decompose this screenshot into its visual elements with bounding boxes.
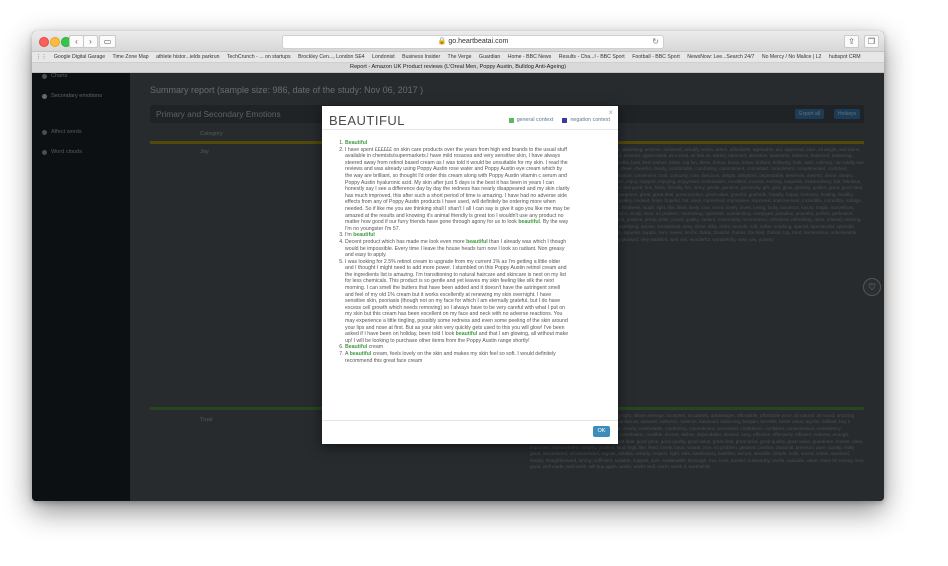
tab-title: Report - Amazon UK Product reviews (L'Or… xyxy=(350,64,566,70)
review-text: Decent product which has made me look ev… xyxy=(345,238,467,245)
lock-icon: 🔒 xyxy=(437,38,447,45)
back-button[interactable]: ‹ xyxy=(69,35,84,48)
chevron-left-icon: ‹ xyxy=(75,37,78,46)
context-legend: general context negation context xyxy=(508,117,610,123)
browser-tab[interactable]: Report - Amazon UK Product reviews (L'Or… xyxy=(32,63,884,73)
ok-button[interactable]: OK xyxy=(593,426,610,437)
bookmark-item[interactable]: Football - BBC Sport xyxy=(632,54,680,60)
chevron-right-icon: › xyxy=(89,37,92,46)
bookmark-item[interactable]: No Mercy / No Malice | L2 xyxy=(762,54,822,60)
bookmark-item[interactable]: Google Digital Garage xyxy=(54,54,105,60)
review-text: cream xyxy=(367,344,384,351)
highlighted-word: beautiful xyxy=(466,238,488,245)
close-icon[interactable]: × xyxy=(608,108,613,117)
heart-button[interactable]: ♡ xyxy=(863,278,881,296)
modal-footer-divider xyxy=(322,420,618,421)
legend-swatch-negation xyxy=(562,117,568,123)
legend-swatch-general xyxy=(508,117,514,123)
bookmark-item[interactable]: Business Insider xyxy=(402,54,440,60)
review-item: Decent product which has made me look ev… xyxy=(345,239,570,259)
browser-titlebar: ‹ › ▭ 🔒 go.heartbeatai.com ↻ ⇪ ❐ xyxy=(32,31,884,52)
review-text: cream, feels lovely on the skin and make… xyxy=(345,351,556,364)
bookmark-item[interactable]: hubspot CRM xyxy=(829,54,861,60)
url-text: go.heartbeatai.com xyxy=(448,38,509,45)
bookmarks-bar: ⋮⋮ Google Digital Garage Time Zone Map a… xyxy=(32,52,884,63)
review-list: Beautiful I have spent ££££££ on skin ca… xyxy=(330,140,570,364)
bookmark-item[interactable]: Guardian xyxy=(479,54,500,60)
review-text: I was looking for 2.5% retinol cream to … xyxy=(345,258,568,338)
legend-negation: negation context xyxy=(570,117,610,123)
address-bar[interactable]: 🔒 go.heartbeatai.com ↻ xyxy=(282,35,664,49)
highlighted-word: beautiful xyxy=(353,232,375,239)
review-text: I'm xyxy=(345,232,354,239)
legend-general: general context xyxy=(516,117,554,123)
bookmark-item[interactable]: Brockley Cen..., London SE4 xyxy=(298,54,365,60)
modal-title: BEAUTIFUL xyxy=(329,113,406,128)
minimize-window-button[interactable] xyxy=(50,37,60,47)
forward-button[interactable]: › xyxy=(83,35,98,48)
bookmark-item[interactable]: Results - Cha...l - BBC Sport xyxy=(559,54,625,60)
bookmark-item[interactable]: Londonist xyxy=(372,54,395,60)
highlighted-word: beautiful xyxy=(455,331,478,338)
review-text: I have spent ££££££ on skin care product… xyxy=(345,146,570,226)
word-detail-modal: × BEAUTIFUL general context negation con… xyxy=(322,106,618,444)
bookmark-item[interactable]: NewsNow: Lee...Search 24/7 xyxy=(687,54,754,60)
review-item: Beautiful cream xyxy=(345,344,570,351)
sidebar-toggle-button[interactable]: ▭ xyxy=(99,35,116,48)
reload-icon[interactable]: ↻ xyxy=(652,36,659,48)
tabs-button[interactable]: ❐ xyxy=(864,35,879,48)
apps-icon[interactable]: ⋮⋮ xyxy=(36,54,46,60)
share-button[interactable]: ⇪ xyxy=(844,35,859,48)
highlighted-word: Beautiful xyxy=(345,344,368,351)
close-window-button[interactable] xyxy=(39,37,49,47)
review-item: I have spent ££££££ on skin care product… xyxy=(345,147,570,233)
review-item: A beautiful cream, feels lovely on the s… xyxy=(345,351,570,364)
bookmark-item[interactable]: Home - BBC News xyxy=(508,54,552,60)
bookmark-item[interactable]: athlete histor...ields parkrun xyxy=(156,54,219,60)
share-icon: ⇪ xyxy=(848,37,855,46)
review-item: I was looking for 2.5% retinol cream to … xyxy=(345,259,570,345)
highlighted-word: beautiful xyxy=(518,219,540,226)
modal-divider xyxy=(322,129,618,130)
bookmark-item[interactable]: The Verge xyxy=(448,54,472,60)
tabs-icon: ❐ xyxy=(867,37,876,46)
browser-window: ‹ › ▭ 🔒 go.heartbeatai.com ↻ ⇪ ❐ ⋮⋮ Goog… xyxy=(32,31,884,501)
highlighted-word: Beautiful xyxy=(345,140,368,146)
heart-icon: ♡ xyxy=(867,282,877,292)
highlighted-word: beautiful xyxy=(349,351,372,357)
bookmark-item[interactable]: TechCrunch - ... on startups xyxy=(227,54,291,60)
modal-body: Beautiful I have spent ££££££ on skin ca… xyxy=(330,140,570,412)
review-item: Beautiful xyxy=(345,140,570,147)
sidebar-icon: ▭ xyxy=(103,37,112,46)
bookmark-item[interactable]: Time Zone Map xyxy=(113,54,149,60)
review-item: I'm beautiful xyxy=(345,232,570,239)
